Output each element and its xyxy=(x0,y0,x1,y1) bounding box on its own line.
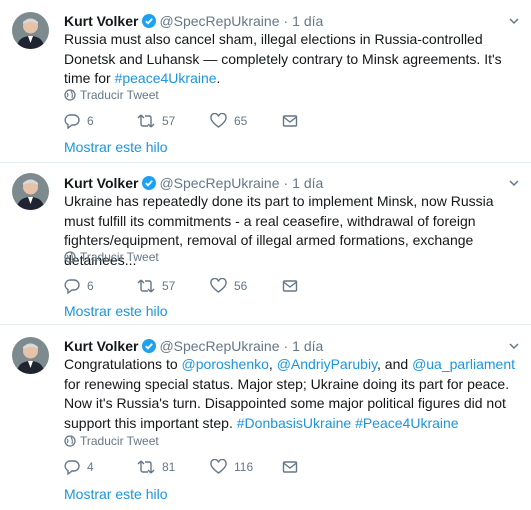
hashtag-link[interactable]: #DonbasisUkraine xyxy=(237,415,351,431)
tweet-text: Congratulations to @poroshenko, @AndriyP… xyxy=(64,355,519,433)
envelope-icon xyxy=(282,461,298,473)
like-button[interactable]: 56 xyxy=(210,276,247,296)
tweet-text-segment: , xyxy=(268,356,277,372)
retweet-button[interactable]: 57 xyxy=(137,111,175,131)
show-thread-link[interactable]: Mostrar este hilo xyxy=(64,138,167,156)
avatar[interactable] xyxy=(12,12,49,49)
reply-icon xyxy=(64,114,80,130)
translate-label: Traducir Tweet xyxy=(80,250,159,264)
retweet-count: 57 xyxy=(162,114,176,128)
translate-tweet-link[interactable]: Traducir Tweet xyxy=(64,87,159,103)
tweet-text-segment: . xyxy=(216,70,221,86)
envelope-icon xyxy=(282,115,298,127)
like-count: 65 xyxy=(234,114,248,128)
like-count: 116 xyxy=(234,460,254,474)
tweet-timestamp[interactable]: 1 día xyxy=(292,338,323,354)
heart-icon xyxy=(210,277,227,293)
author-name[interactable]: Kurt Volker xyxy=(64,338,138,354)
direct-message-button[interactable] xyxy=(282,457,305,477)
tweet[interactable]: Kurt Volker @SpecRepUkraine · 1 día Russia … xyxy=(0,0,531,163)
translate-label: Traducir Tweet xyxy=(80,434,159,448)
author-handle[interactable]: @SpecRepUkraine xyxy=(159,338,279,354)
retweet-icon xyxy=(137,114,155,128)
separator-dot: · xyxy=(283,175,289,191)
tweet[interactable]: Kurt Volker @SpecRepUkraine · 1 día Ukraine… xyxy=(0,163,531,325)
author-name[interactable]: Kurt Volker xyxy=(64,13,138,29)
tweet-text: Russia must also cancel sham, illegal el… xyxy=(64,30,519,89)
retweet-button[interactable]: 57 xyxy=(137,276,175,296)
reply-button[interactable]: 4 xyxy=(64,457,94,477)
mention-link[interactable]: @poroshenko xyxy=(182,356,269,372)
tweet-timestamp[interactable]: 1 día xyxy=(292,175,323,191)
retweet-icon xyxy=(137,279,155,293)
retweet-button[interactable]: 81 xyxy=(137,457,175,477)
like-button[interactable]: 116 xyxy=(210,457,253,477)
tweet-timestamp[interactable]: 1 día xyxy=(292,13,323,29)
show-thread-link[interactable]: Mostrar este hilo xyxy=(64,302,167,320)
reply-button[interactable]: 6 xyxy=(64,111,94,131)
reply-button[interactable]: 6 xyxy=(64,276,94,296)
reply-count: 4 xyxy=(87,460,94,474)
author-handle[interactable]: @SpecRepUkraine xyxy=(159,13,279,29)
heart-icon xyxy=(210,112,227,128)
tweet-text-segment: , and xyxy=(377,356,413,372)
globe-icon xyxy=(64,89,76,101)
author-handle[interactable]: @SpecRepUkraine xyxy=(159,175,279,191)
heart-icon xyxy=(210,458,227,474)
reply-count: 6 xyxy=(87,114,94,128)
retweet-icon xyxy=(137,460,155,474)
mention-link[interactable]: @ua_parliament xyxy=(412,356,515,372)
tweet-actions: 6 57 56 xyxy=(64,276,364,296)
verified-badge-icon xyxy=(142,14,157,28)
tweet-actions: 6 57 65 xyxy=(64,111,364,131)
separator-dot: · xyxy=(283,13,289,29)
tweet-actions: 4 81 116 xyxy=(64,457,364,477)
direct-message-button[interactable] xyxy=(282,111,305,131)
hashtag-link[interactable]: #peace4Ukraine xyxy=(115,70,217,86)
globe-icon xyxy=(64,251,76,263)
globe-icon xyxy=(64,435,76,447)
reply-count: 6 xyxy=(87,279,94,293)
hashtag-link[interactable]: #Peace4Ukraine xyxy=(355,415,459,431)
chevron-down-icon[interactable] xyxy=(509,178,519,188)
like-count: 56 xyxy=(234,279,248,293)
tweet-text-segment: Congratulations to xyxy=(64,356,182,372)
translate-label: Traducir Tweet xyxy=(80,88,159,102)
reply-icon xyxy=(64,279,80,295)
avatar[interactable] xyxy=(12,337,49,374)
chevron-down-icon[interactable] xyxy=(509,16,519,26)
direct-message-button[interactable] xyxy=(282,276,305,296)
avatar[interactable] xyxy=(12,173,49,210)
retweet-count: 57 xyxy=(162,279,176,293)
like-button[interactable]: 65 xyxy=(210,111,247,131)
show-thread-link[interactable]: Mostrar este hilo xyxy=(64,485,167,503)
reply-icon xyxy=(64,460,80,476)
envelope-icon xyxy=(282,280,298,292)
translate-tweet-link[interactable]: Traducir Tweet xyxy=(64,249,159,265)
separator-dot: · xyxy=(283,338,289,354)
tweet[interactable]: Kurt Volker @SpecRepUkraine · 1 día Congrat… xyxy=(0,325,531,510)
author-name[interactable]: Kurt Volker xyxy=(64,175,138,191)
verified-badge-icon xyxy=(142,176,157,190)
mention-link[interactable]: @AndriyParubiy xyxy=(277,356,377,372)
translate-tweet-link[interactable]: Traducir Tweet xyxy=(64,433,159,449)
chevron-down-icon[interactable] xyxy=(509,341,519,351)
retweet-count: 81 xyxy=(162,460,176,474)
verified-badge-icon xyxy=(142,339,157,353)
